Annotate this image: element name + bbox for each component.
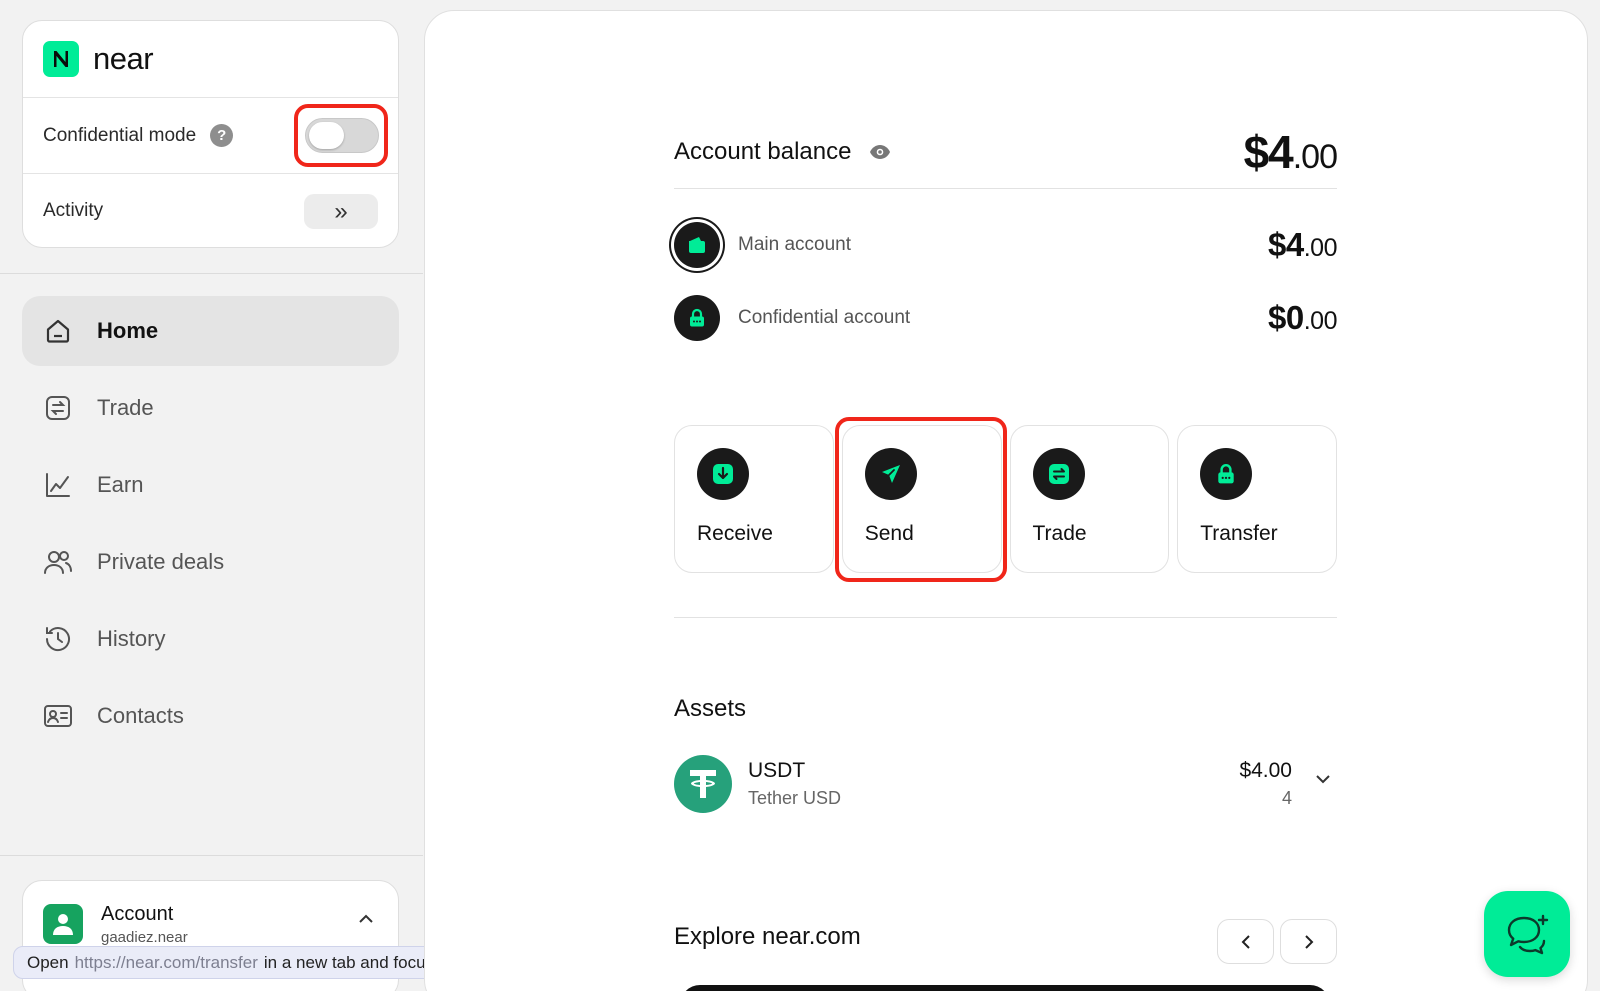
sidebar-nav: Home Trade Earn Private deals History Co… xyxy=(22,296,399,758)
confidential-mode-label: Confidential mode xyxy=(43,124,197,146)
chevron-right-icon xyxy=(1304,934,1313,949)
account-balance-row: Account balance $4.00 xyxy=(674,117,1338,187)
activity-expand-button[interactable]: » xyxy=(304,194,378,229)
activity-label: Activity xyxy=(43,200,104,221)
chevron-left-icon xyxy=(1241,934,1250,949)
asset-name: Tether USD xyxy=(748,788,842,808)
sidebar: near Confidential mode ? Activity » Home xyxy=(0,0,423,991)
help-icon[interactable]: ? xyxy=(210,124,234,147)
trade-icon xyxy=(42,392,74,424)
avatar xyxy=(43,904,83,944)
trade-label: Trade xyxy=(1032,522,1087,545)
lock-icon xyxy=(1200,448,1253,500)
history-icon xyxy=(42,623,74,655)
amount-whole: $4 xyxy=(1268,226,1304,263)
transfer-button[interactable]: Transfer xyxy=(1177,425,1337,573)
main-account-label: Main account xyxy=(738,234,852,255)
sidebar-item-label: Contacts xyxy=(97,703,184,728)
main-account-amount: $4.00 xyxy=(1268,226,1337,264)
carousel-prev-button[interactable] xyxy=(1217,919,1274,964)
confidential-mode-toggle[interactable] xyxy=(305,118,379,153)
wallet-icon xyxy=(674,222,720,268)
explore-banner[interactable] xyxy=(680,985,1330,991)
sidebar-item-label: Private deals xyxy=(97,549,225,574)
sidebar-item-home[interactable]: Home xyxy=(22,296,399,366)
sidebar-item-contacts[interactable]: Contacts xyxy=(22,681,399,751)
toggle-knob xyxy=(309,122,344,149)
home-icon xyxy=(42,315,74,347)
chart-icon xyxy=(42,469,74,501)
send-label: Send xyxy=(864,522,914,545)
confidential-mode-row: Confidential mode ? xyxy=(23,98,398,173)
main-account-row[interactable]: Main account $4.00 xyxy=(674,215,1338,275)
users-icon xyxy=(42,546,74,578)
double-chevron-right-icon: » xyxy=(334,197,348,225)
chat-sparkle-icon xyxy=(1507,914,1549,955)
sidebar-item-label: Trade xyxy=(97,395,154,420)
tooltip-prefix: Open xyxy=(27,952,69,972)
activity-row: Activity » xyxy=(23,173,398,247)
account-title: Account xyxy=(101,903,174,925)
chat-support-button[interactable] xyxy=(1484,891,1570,977)
tooltip-url: https://near.com/transfer xyxy=(74,952,258,972)
divider xyxy=(674,188,1337,189)
sidebar-item-earn[interactable]: Earn xyxy=(22,450,399,520)
asset-value: $4.00 xyxy=(1239,759,1292,782)
main-panel: Account balance $4.00 Main account $4.00… xyxy=(424,10,1588,991)
balance-amount: $4.00 xyxy=(1243,125,1338,179)
amount-cents: .00 xyxy=(1303,234,1338,262)
chevron-up-icon[interactable] xyxy=(358,911,374,929)
asset-symbol: USDT xyxy=(748,759,806,782)
amount-whole: $0 xyxy=(1268,299,1304,336)
account-id: gaadiez.near xyxy=(101,929,188,946)
near-logo-icon[interactable] xyxy=(43,41,79,77)
usdt-icon xyxy=(674,755,732,813)
top-card: near Confidential mode ? Activity » xyxy=(22,20,399,248)
carousel-next-button[interactable] xyxy=(1280,919,1337,964)
confidential-account-row[interactable]: Confidential account $0.00 xyxy=(674,288,1338,348)
asset-quantity: 4 xyxy=(1281,788,1292,808)
sidebar-divider xyxy=(0,855,423,856)
balance-whole: $4 xyxy=(1243,126,1294,178)
send-icon xyxy=(864,448,917,500)
contact-card-icon xyxy=(42,700,74,732)
send-button[interactable]: Send xyxy=(834,417,1007,582)
balance-cents: .00 xyxy=(1292,138,1338,176)
receive-button[interactable]: Receive xyxy=(674,425,834,573)
brand-header: near xyxy=(23,21,398,98)
sidebar-item-label: Home xyxy=(97,318,159,343)
sidebar-item-label: History xyxy=(97,626,166,651)
brand-name[interactable]: near xyxy=(93,41,154,77)
toggle-highlight-box xyxy=(294,104,388,167)
sidebar-divider xyxy=(0,273,423,274)
confidential-account-amount: $0.00 xyxy=(1268,299,1337,337)
tooltip-suffix: in a new tab and focus it xyxy=(263,952,448,972)
send-highlight-box xyxy=(834,417,1007,582)
lock-icon xyxy=(674,295,720,341)
download-icon xyxy=(697,448,749,500)
receive-label: Receive xyxy=(697,522,773,545)
sidebar-item-label: Earn xyxy=(97,472,144,497)
transfer-label: Transfer xyxy=(1200,522,1278,545)
sidebar-item-history[interactable]: History xyxy=(22,604,399,674)
balance-label: Account balance xyxy=(674,138,852,165)
link-tooltip: Open https://near.com/transfer in a new … xyxy=(13,946,462,979)
confidential-account-label: Confidential account xyxy=(738,307,911,328)
quick-actions: Receive Send Trade Transfer xyxy=(674,417,1337,582)
eye-icon[interactable] xyxy=(869,144,891,160)
sidebar-item-trade[interactable]: Trade xyxy=(22,373,399,443)
sidebar-item-private-deals[interactable]: Private deals xyxy=(22,527,399,597)
account-balance-heading: Account balance xyxy=(674,138,891,166)
divider xyxy=(674,617,1337,618)
chevron-down-icon[interactable] xyxy=(1315,771,1331,789)
trade-button[interactable]: Trade xyxy=(1009,425,1170,573)
amount-cents: .00 xyxy=(1303,307,1338,335)
assets-heading: Assets xyxy=(674,695,747,722)
asset-row[interactable]: USDT Tether USD $4.00 4 xyxy=(674,755,1337,815)
trade-icon xyxy=(1032,448,1085,500)
